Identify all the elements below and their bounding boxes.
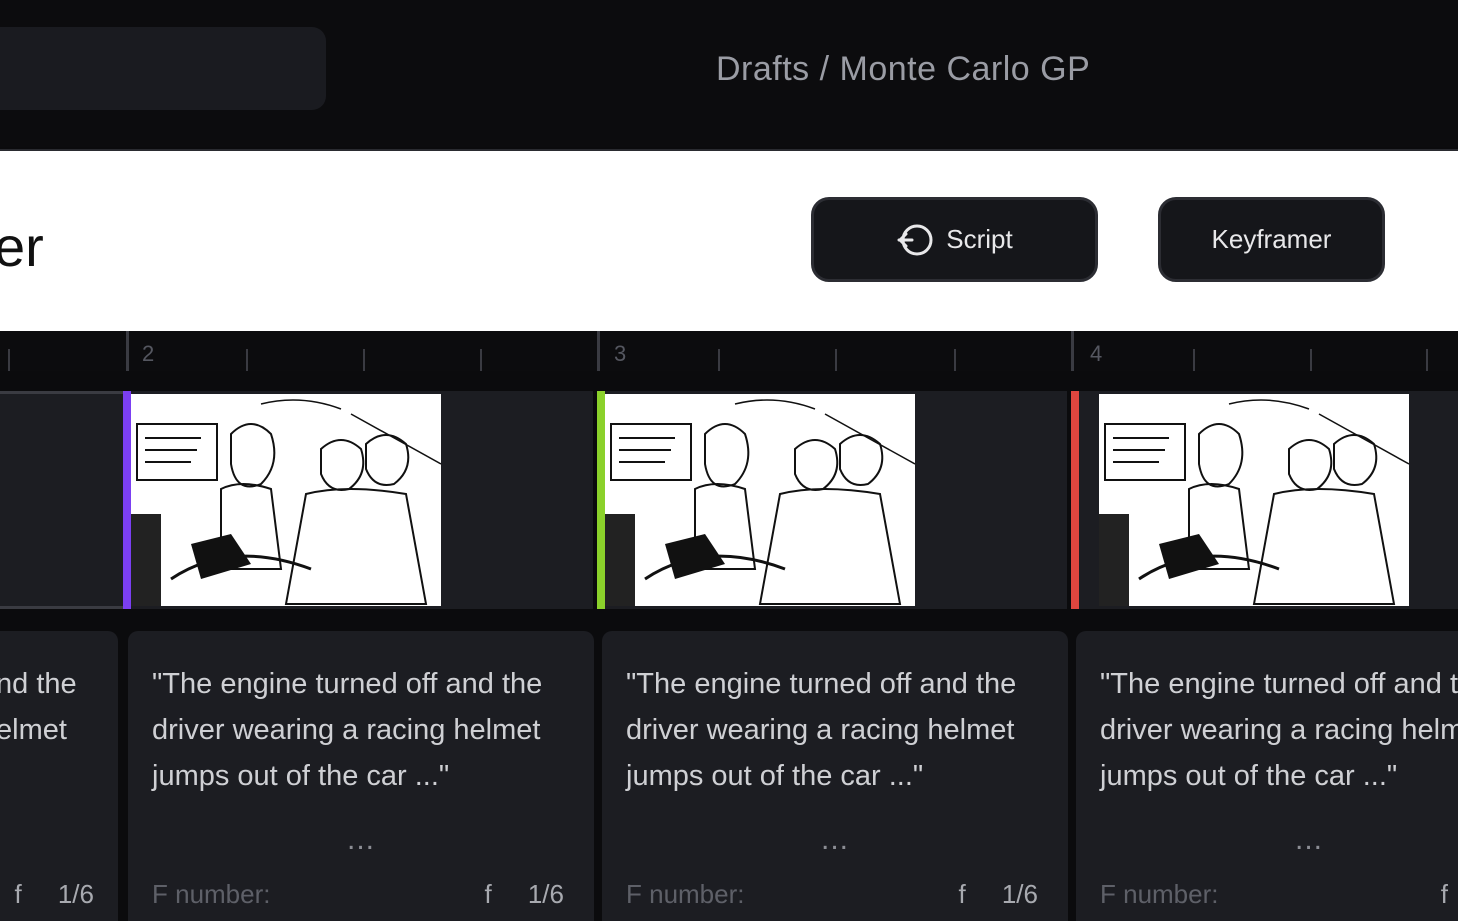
ruler-divider xyxy=(126,331,129,371)
shot-thumbnail[interactable] xyxy=(131,394,441,606)
ruler-tick xyxy=(363,349,365,371)
shot-marker xyxy=(123,391,131,609)
shot-frame[interactable] xyxy=(597,391,1067,609)
shot-strip: nd the elmet f 1/6 "The engine turned of… xyxy=(0,371,1458,921)
frame-flag: f xyxy=(1440,879,1448,909)
shot-card[interactable]: "The engine turned off and the driver we… xyxy=(1076,631,1458,921)
page-title: er xyxy=(0,215,44,278)
script-icon xyxy=(896,221,934,259)
shot-description-line: elmet xyxy=(0,714,67,746)
sketch-illustration xyxy=(1099,394,1409,606)
shot-description: "The engine turned off and the driver we… xyxy=(626,668,1017,792)
shot-description-line: nd the xyxy=(0,668,77,700)
frame-flag: f xyxy=(958,879,966,909)
ruler-tick xyxy=(480,349,482,371)
frame-flag: f xyxy=(484,879,492,909)
frame-flag: f xyxy=(14,879,22,909)
ruler-tick xyxy=(835,349,837,371)
ruler-tick xyxy=(1193,349,1195,371)
ruler-tick xyxy=(1426,349,1428,371)
shot-frame[interactable] xyxy=(1071,391,1458,609)
frame-number-label: F number: xyxy=(1100,879,1219,909)
search-pill[interactable] xyxy=(0,27,326,110)
shot-description: "The engine turned off and the driver we… xyxy=(1100,668,1458,792)
keyframer-button[interactable]: Keyframer xyxy=(1158,197,1385,282)
ruler-tick xyxy=(1310,349,1312,371)
ruler-tick xyxy=(954,349,956,371)
script-button[interactable]: Script xyxy=(811,197,1098,282)
ruler-number: 2 xyxy=(142,341,155,366)
shot-frame[interactable] xyxy=(0,391,127,609)
script-button-label: Script xyxy=(946,224,1013,254)
shot-card[interactable]: nd the elmet f 1/6 xyxy=(0,631,118,921)
ruler-divider xyxy=(1071,331,1074,371)
shot-thumbnail[interactable] xyxy=(605,394,915,606)
more-options-button[interactable]: ... xyxy=(602,823,1068,857)
frame-number-label: F number: xyxy=(152,879,271,909)
frame-count: 1/6 xyxy=(527,879,564,909)
ruler-tick xyxy=(8,349,10,371)
shot-card[interactable]: "The engine turned off and the driver we… xyxy=(128,631,594,921)
ruler-divider xyxy=(597,331,600,371)
sketch-illustration xyxy=(131,394,441,606)
timeline-ruler[interactable]: 2 3 4 xyxy=(0,331,1458,371)
shot-thumbnail[interactable] xyxy=(1099,394,1409,606)
shot-frame[interactable] xyxy=(123,391,593,609)
sketch-illustration xyxy=(605,394,915,606)
shot-marker xyxy=(1071,391,1079,609)
keyframer-button-label: Keyframer xyxy=(1211,224,1332,254)
shot-marker xyxy=(597,391,605,609)
frame-count: 1/6 xyxy=(57,879,94,909)
frame-count: 1/6 xyxy=(1001,879,1038,909)
breadcrumb[interactable]: Drafts / Monte Carlo GP xyxy=(716,50,1090,89)
ruler-tick xyxy=(718,349,720,371)
shot-description: "The engine turned off and the driver we… xyxy=(152,668,543,792)
ruler-tick xyxy=(246,349,248,371)
ruler-number: 4 xyxy=(1090,341,1103,366)
ruler-number: 3 xyxy=(614,341,627,366)
top-bar: Drafts / Monte Carlo GP xyxy=(0,0,1458,147)
more-options-button[interactable]: ... xyxy=(128,823,594,857)
more-options-button[interactable]: ... xyxy=(1076,823,1458,857)
page-header: er Script Keyframer xyxy=(0,149,1458,333)
shot-card[interactable]: "The engine turned off and the driver we… xyxy=(602,631,1068,921)
frame-number-label: F number: xyxy=(626,879,745,909)
